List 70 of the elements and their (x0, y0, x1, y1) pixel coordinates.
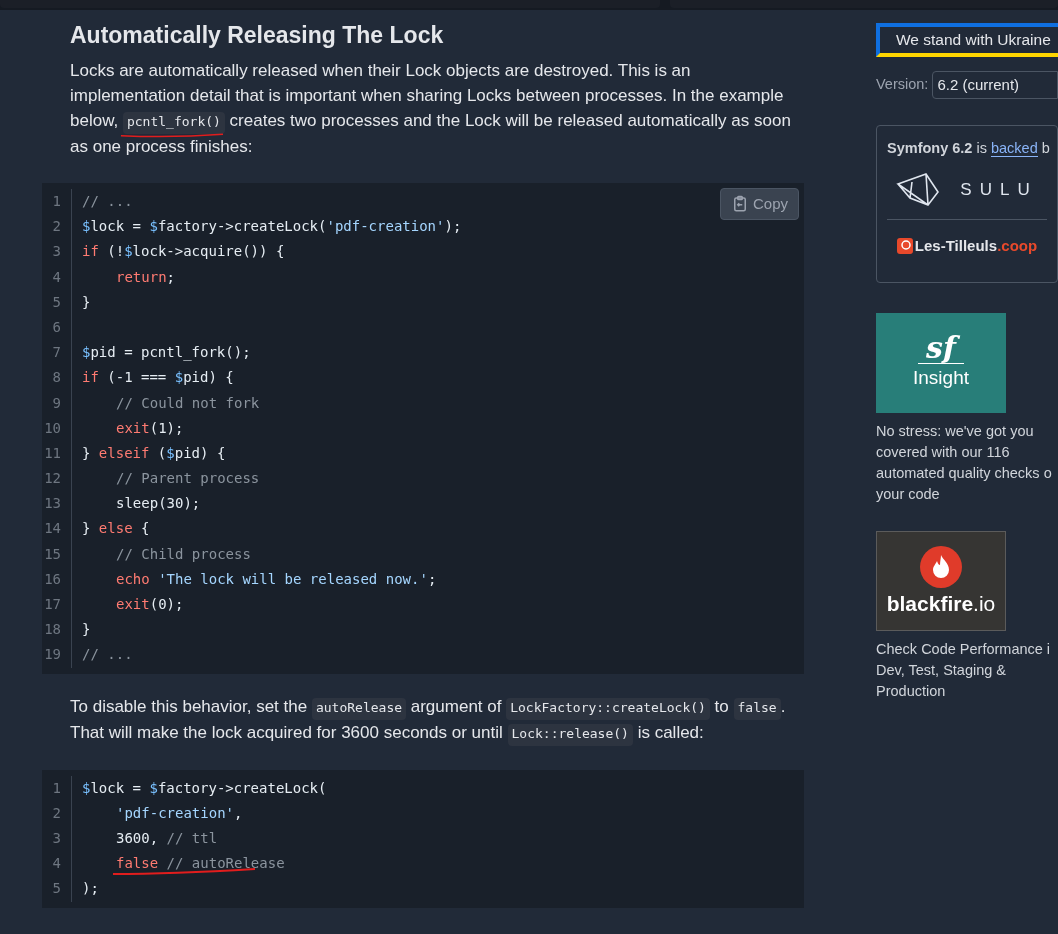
ukraine-banner[interactable]: We stand with Ukraine (876, 23, 1058, 57)
line-number: 1 (51, 778, 62, 798)
code-line: } (82, 620, 92, 640)
line-number: 7 (51, 343, 62, 363)
code-line: // Could not fork (115, 393, 261, 413)
tree-logo-icon (896, 237, 913, 254)
inline-code: Lock::release() (507, 723, 633, 746)
copy-button[interactable]: Copy (719, 188, 799, 220)
code-line: } else { (82, 519, 151, 539)
line-number: 6 (51, 317, 62, 337)
line-number: 13 (43, 494, 62, 514)
backers-text: Symfony 6.2 is backed b (887, 139, 1047, 159)
inline-code: false (733, 697, 781, 720)
ad-caption: Check Code Performance i Dev, Test, Staging & Production (876, 639, 1052, 701)
code-line: } (82, 292, 92, 312)
tilleuls-wordmark: Les-Tilleuls.coop (914, 235, 1038, 256)
backed-link[interactable]: backed (990, 140, 1038, 157)
line-number: 11 (43, 443, 62, 463)
code-line: exit(1); (115, 418, 185, 438)
insight-logo[interactable]: sf Insight (876, 312, 1006, 413)
line-number: 5 (51, 879, 62, 899)
code-line: // ... (82, 645, 134, 665)
code-line: // Child process (115, 544, 252, 564)
version-select[interactable]: 6.2 (current) (932, 71, 1058, 99)
code-line: ); (82, 879, 100, 899)
code-line: // Parent process (115, 469, 261, 489)
sulu-logo-icon (896, 172, 941, 207)
line-number: 15 (43, 544, 62, 564)
section-heading: Automatically Releasing The Lock (70, 21, 445, 50)
flame-icon (920, 545, 962, 588)
line-number: 4 (51, 267, 62, 287)
code-line: // ... (82, 192, 134, 211)
sulu-wordmark: SULU (960, 178, 1038, 201)
line-number: 2 (51, 217, 62, 237)
code-line: if (-1 === $pid) { (82, 368, 235, 388)
code-line: $lock = $factory->createLock('pdf-creation'); (82, 217, 462, 237)
paragraph: To disable this behavior, set the autoRelease argument of LockFactory::createLock() to false . That will make the lock acquired for 3600 seconds or until Lock::release() is called: (70, 693, 804, 746)
code-line: return; (115, 267, 176, 287)
line-number: 10 (43, 418, 62, 438)
code-line: exit(0); (115, 595, 185, 614)
code-line: $pid = pcntl_fork(); (82, 343, 252, 363)
line-number: 3 (51, 828, 62, 848)
code-line: if (!$lock->acquire()) { (82, 242, 286, 262)
code-line: $lock = $factory->createLock( (82, 778, 327, 798)
blackfire-logo[interactable]: blackfire.io (876, 530, 1006, 631)
line-number: 5 (51, 292, 62, 312)
code-line: 'pdf-creation', (115, 803, 244, 823)
ad-caption: No stress: we've got you covered with our 116 automated quality checks o your code (876, 421, 1053, 504)
line-number: 19 (43, 645, 62, 665)
code-line: echo 'The lock will be released now.'; (115, 569, 438, 589)
line-number: 3 (51, 242, 62, 262)
sf-logo-mark: sf (918, 333, 964, 364)
paragraph: Locks are automatically released when their Lock objects are destroyed. This is an implementation detail that is important when sharing Locks between processes. In the example below, pcntl_fork() creates two processes and the Lock will be released automatically as soon as one process finishes: (70, 60, 792, 158)
code-line: 3600, // ttl (115, 828, 219, 848)
line-number: 18 (43, 620, 62, 640)
line-number: 14 (43, 519, 62, 539)
line-number: 9 (51, 393, 62, 413)
line-number: 4 (51, 854, 62, 874)
line-number: 8 (51, 368, 62, 388)
code-line: sleep(30); (115, 494, 202, 514)
version-label: Version: (876, 75, 929, 95)
line-number: 17 (43, 595, 62, 614)
inline-code: autoRelease (311, 697, 407, 720)
line-number: 12 (43, 469, 62, 489)
line-number: 16 (43, 569, 62, 589)
line-number: 2 (51, 803, 62, 823)
line-number: 1 (51, 192, 62, 211)
code-line: false // autoRelease (82, 851, 327, 877)
code-line: } elseif ($pid) { (82, 443, 227, 463)
inline-code: LockFactory::createLock() (506, 697, 710, 720)
